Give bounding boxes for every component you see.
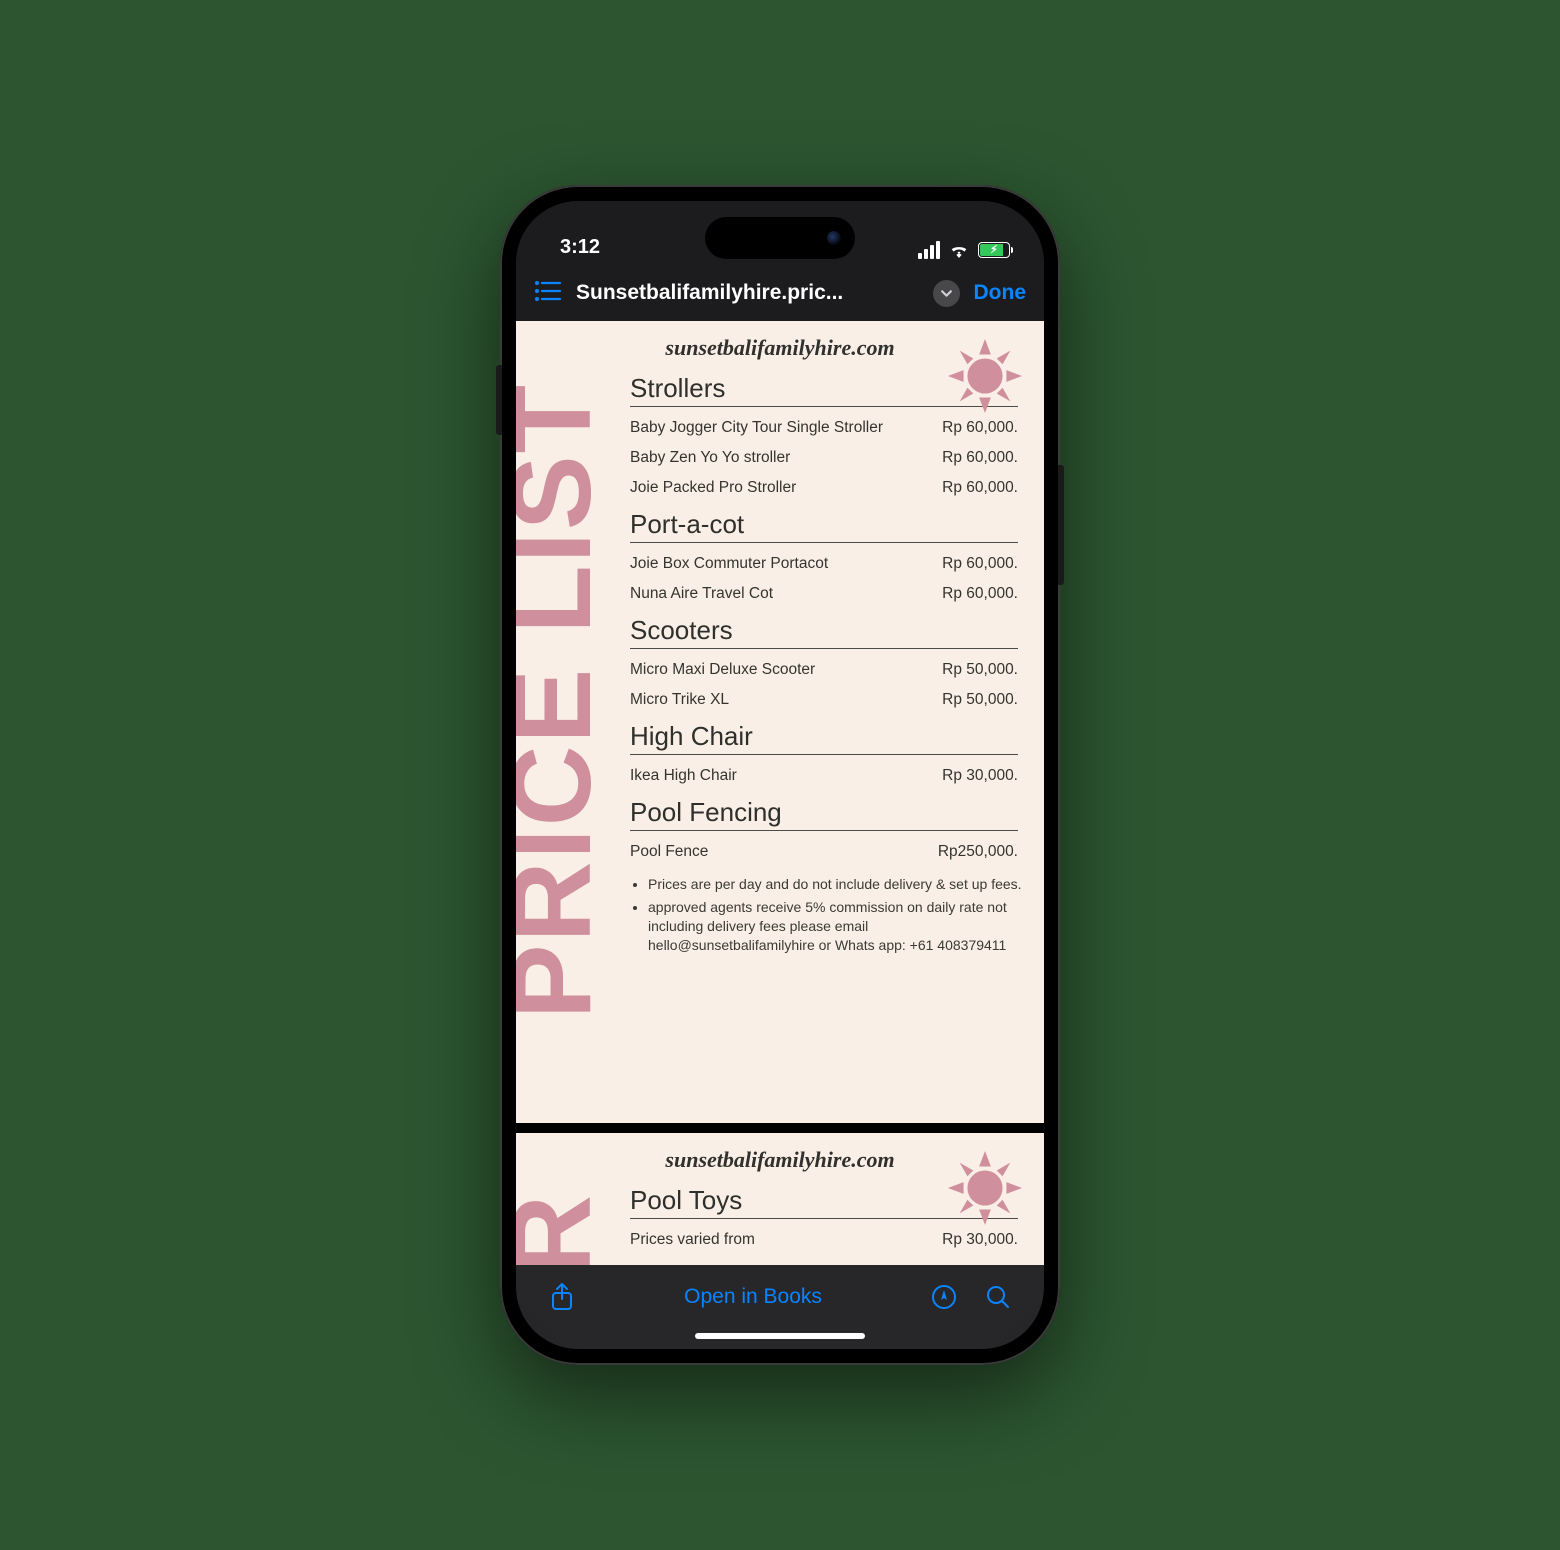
note-item: Prices are per day and do not include de… xyxy=(648,875,1022,894)
price-row: Nuna Aire Travel CotRp 60,000. xyxy=(630,573,1018,603)
item-price: Rp 60,000. xyxy=(942,449,1018,467)
search-icon[interactable] xyxy=(978,1284,1018,1310)
list-icon[interactable] xyxy=(534,280,562,307)
pdf-page-1: PRICE LIST xyxy=(516,321,1044,1123)
item-name: Baby Zen Yo Yo stroller xyxy=(630,449,942,467)
price-row: Ikea High ChairRp 30,000. xyxy=(630,755,1018,785)
price-row: Pool FenceRp250,000. xyxy=(630,831,1018,861)
sun-icon xyxy=(946,337,1024,420)
item-price: Rp 50,000. xyxy=(942,661,1018,679)
share-icon[interactable] xyxy=(542,1282,582,1312)
item-price: Rp 30,000. xyxy=(942,1231,1018,1249)
done-button[interactable]: Done xyxy=(974,281,1027,305)
category-title: Port-a-cot xyxy=(630,509,1018,543)
category-title: High Chair xyxy=(630,721,1018,755)
item-name: Ikea High Chair xyxy=(630,767,942,785)
screen: 3:12 ⚡︎ Sunsetbalifamilyhire.pric... Don… xyxy=(516,201,1044,1349)
pdf-page-2: PR xyxy=(516,1133,1044,1265)
item-price: Rp 30,000. xyxy=(942,767,1018,785)
wifi-icon xyxy=(948,242,970,258)
price-list-vertical-title-p2: PR xyxy=(516,1193,598,1265)
battery-charging-icon: ⚡︎ xyxy=(978,242,1010,258)
price-row: Micro Maxi Deluxe ScooterRp 50,000. xyxy=(630,649,1018,679)
document-title: Sunsetbalifamilyhire.pric... xyxy=(576,281,919,305)
item-name: Nuna Aire Travel Cot xyxy=(630,585,942,603)
item-name: Baby Jogger City Tour Single Stroller xyxy=(630,419,942,437)
category-title: Pool Fencing xyxy=(630,797,1018,831)
note-item: approved agents receive 5% commission on… xyxy=(648,898,1022,955)
navbar: Sunsetbalifamilyhire.pric... Done xyxy=(516,265,1044,321)
home-indicator[interactable] xyxy=(695,1333,865,1339)
dynamic-island xyxy=(705,217,855,259)
status-time: 3:12 xyxy=(560,236,600,259)
item-name: Prices varied from xyxy=(630,1231,942,1249)
price-row: Baby Zen Yo Yo strollerRp 60,000. xyxy=(630,437,1018,467)
price-row: Joie Packed Pro StrollerRp 60,000. xyxy=(630,467,1018,497)
price-list-vertical-title: PRICE LIST xyxy=(516,383,598,1019)
status-right: ⚡︎ xyxy=(918,241,1010,259)
item-price: Rp 60,000. xyxy=(942,479,1018,497)
price-row: Joie Box Commuter PortacotRp 60,000. xyxy=(630,543,1018,573)
item-price: Rp 60,000. xyxy=(942,585,1018,603)
item-name: Pool Fence xyxy=(630,843,938,861)
item-name: Joie Box Commuter Portacot xyxy=(630,555,942,573)
item-price: Rp 60,000. xyxy=(942,555,1018,573)
sun-icon xyxy=(946,1149,1024,1232)
item-price: Rp 60,000. xyxy=(942,419,1018,437)
item-name: Joie Packed Pro Stroller xyxy=(630,479,942,497)
document-viewport[interactable]: PRICE LIST xyxy=(516,321,1044,1265)
item-price: Rp250,000. xyxy=(938,843,1018,861)
chevron-down-icon[interactable] xyxy=(933,280,960,307)
category-title: Scooters xyxy=(630,615,1018,649)
phone-frame: 3:12 ⚡︎ Sunsetbalifamilyhire.pric... Don… xyxy=(500,185,1060,1365)
item-name: Micro Maxi Deluxe Scooter xyxy=(630,661,942,679)
price-row: Micro Trike XLRp 50,000. xyxy=(630,679,1018,709)
notes-list: Prices are per day and do not include de… xyxy=(630,875,1022,955)
cellular-signal-icon xyxy=(918,241,940,259)
markup-icon[interactable] xyxy=(924,1284,964,1310)
open-in-books-button[interactable]: Open in Books xyxy=(684,1285,822,1309)
categories-list: StrollersBaby Jogger City Tour Single St… xyxy=(630,373,1018,861)
item-name: Micro Trike XL xyxy=(630,691,942,709)
item-price: Rp 50,000. xyxy=(942,691,1018,709)
